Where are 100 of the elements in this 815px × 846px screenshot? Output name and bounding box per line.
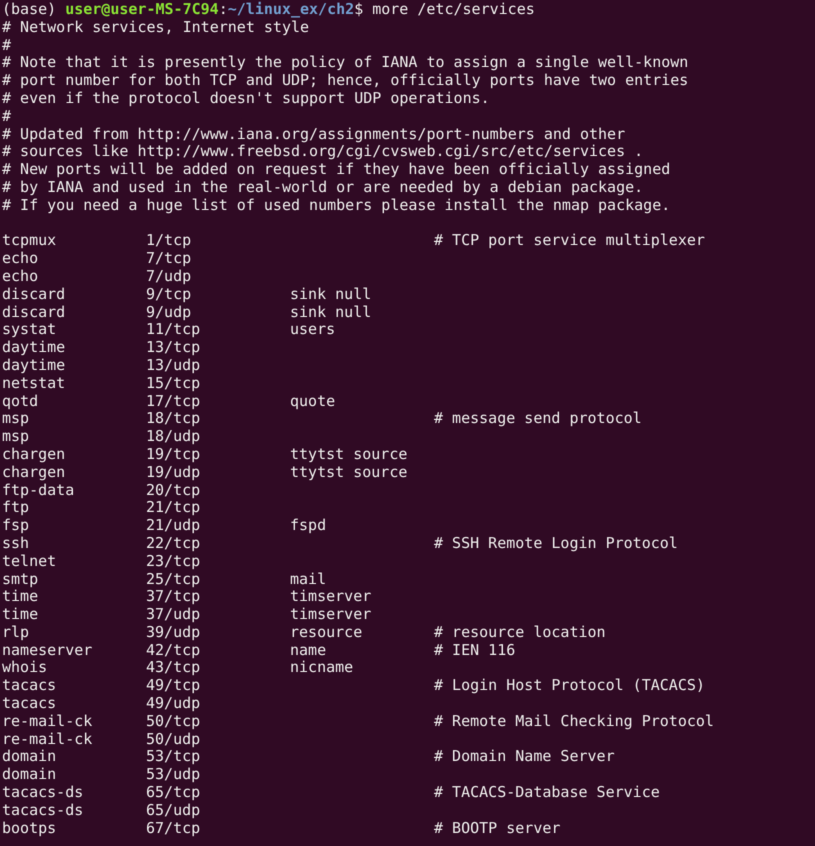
service-name: tacacs (2, 677, 58, 696)
service-port: 15/tcp (146, 374, 200, 392)
service-aliases: sink null (290, 284, 372, 303)
service-name: chargen (2, 464, 66, 482)
service-name: netstat (2, 374, 66, 393)
service-aliases: mail (290, 570, 326, 588)
service-port: 23/tcp (146, 552, 200, 570)
service-port: 37/udp (146, 605, 200, 624)
prompt-symbol: $ (354, 1, 364, 19)
comment-line: # Note that it is presently the policy of IANA to assign a single well-known (2, 54, 688, 72)
service-port: 11/tcp (146, 320, 200, 338)
prompt-path: ~/linux_ex/ch2 (228, 1, 354, 19)
comment-line: # even if the protocol doesn't support UDP operations. (2, 90, 490, 108)
service-port: 19/tcp (146, 444, 200, 463)
service-port: 25/tcp (146, 570, 200, 588)
comment-line: # port number for both TCP and UDP; hence, officially ports have two entries (2, 72, 688, 90)
conda-env-label: (base) (2, 1, 56, 19)
service-port: 9/tcp (146, 284, 192, 303)
service-name: chargen (2, 446, 66, 464)
service-port: 50/udp (146, 730, 200, 748)
service-comment: # Domain Name Server (434, 748, 615, 766)
service-name: daytime (2, 339, 66, 357)
service-port: 7/udp (146, 266, 192, 285)
service-name: smtp (2, 570, 40, 588)
service-name: telnet (2, 552, 58, 570)
service-name: tacacs-ds (2, 784, 84, 802)
service-name: ftp-data (2, 482, 76, 500)
service-name: ftp (2, 499, 30, 518)
service-port: 53/udp (146, 765, 200, 784)
service-name: domain (2, 766, 58, 784)
comment-line: # New ports will be added on request if they have been officially assigned (2, 161, 670, 179)
service-name: qotd (2, 392, 40, 410)
comment-line: # Updated from http://www.iana.org/assignments/port-numbers and other (2, 126, 626, 144)
service-comment: # TCP port service multiplexer (434, 232, 705, 250)
service-name: tcpmux (2, 232, 58, 250)
service-aliases: nicname (290, 658, 354, 676)
comment-line: # Network services, Internet style (2, 18, 310, 37)
service-name: time (2, 606, 40, 624)
service-name: systat (2, 321, 58, 340)
service-name: tacacs-ds (2, 802, 84, 820)
service-port: 37/tcp (146, 587, 200, 606)
service-name: tacacs (2, 695, 58, 713)
service-port: 20/tcp (146, 480, 200, 499)
service-port: 42/tcp (146, 640, 200, 659)
service-aliases: name (290, 640, 326, 659)
service-name: nameserver (2, 642, 94, 660)
service-aliases: timserver (290, 605, 372, 624)
comment-line: # (2, 36, 12, 54)
service-aliases: users (290, 320, 336, 338)
service-port: 18/tcp (146, 409, 200, 428)
comment-line: # by IANA and used in the real-world or are needed by a debian package. (2, 178, 644, 197)
comment-line: # (2, 108, 12, 126)
service-port: 22/tcp (146, 534, 200, 552)
service-port: 9/udp (146, 302, 192, 321)
service-comment: # Login Host Protocol (TACACS) (434, 677, 705, 696)
service-name: re-mail-ck (2, 712, 94, 731)
service-aliases: sink null (290, 302, 372, 321)
service-port: 67/tcp (146, 818, 200, 837)
service-name: discard (2, 286, 66, 304)
service-aliases: quote (290, 392, 336, 410)
service-comment: # IEN 116 (434, 642, 516, 660)
service-comment: # resource location (434, 624, 606, 642)
service-port: 17/tcp (146, 392, 200, 410)
service-aliases: timserver (290, 587, 372, 606)
comment-line: # If you need a huge list of used numbers please install the nmap package. (2, 196, 670, 215)
service-name: time (2, 588, 40, 606)
service-port: 65/tcp (146, 783, 200, 802)
service-port: 53/tcp (146, 747, 200, 766)
service-port: 39/udp (146, 622, 200, 641)
service-aliases: ttytst source (290, 462, 408, 481)
service-name: ssh (2, 534, 30, 553)
service-port: 1/tcp (146, 231, 192, 250)
service-port: 49/udp (146, 694, 200, 712)
comment-line: # sources like http://www.freebsd.org/cgi/cvsweb.cgi/src/etc/services . (2, 143, 644, 162)
service-port: 19/udp (146, 462, 200, 481)
service-name: fsp (2, 517, 30, 535)
service-comment: # BOOTP server (434, 820, 560, 838)
service-name: bootps (2, 820, 58, 838)
service-port: 7/tcp (146, 249, 192, 268)
prompt-user-host: user@user-MS-7C94 (65, 1, 219, 19)
service-comment: # message send protocol (434, 410, 642, 428)
service-port: 13/tcp (146, 338, 200, 356)
service-port: 43/tcp (146, 658, 200, 676)
service-name: discard (2, 304, 66, 322)
service-name: daytime (2, 356, 66, 375)
service-aliases: ttytst source (290, 444, 408, 463)
command-text: more /etc/services (372, 1, 535, 19)
prompt-separator: : (218, 1, 228, 19)
service-comment: # TACACS-Database Service (434, 784, 660, 802)
service-name: domain (2, 748, 58, 766)
service-comment: # Remote Mail Checking Protocol (434, 712, 714, 731)
service-comment: # SSH Remote Login Protocol (434, 534, 678, 553)
service-name: echo (2, 268, 40, 286)
service-aliases: fspd (290, 516, 326, 534)
service-port: 50/tcp (146, 712, 200, 730)
service-port: 21/udp (146, 516, 200, 534)
service-name: msp (2, 428, 30, 446)
service-port: 49/tcp (146, 676, 200, 694)
service-name: whois (2, 659, 48, 678)
service-port: 18/udp (146, 427, 200, 446)
